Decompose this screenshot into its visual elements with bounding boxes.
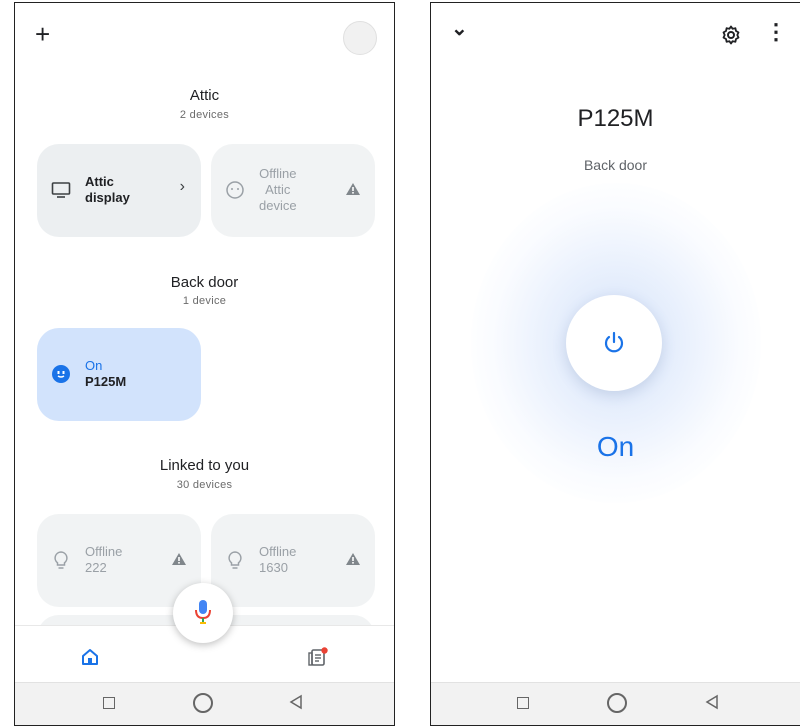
warning-icon	[346, 553, 360, 565]
device-room: Back door	[583, 157, 648, 173]
device-status: Offline	[259, 166, 297, 181]
device-name-line: device	[259, 198, 297, 213]
bulb-icon	[228, 551, 242, 569]
device-card-222[interactable]: Offline 222	[37, 514, 201, 607]
device-name-line: Attic	[85, 174, 114, 189]
device-card-1630[interactable]: Offline 1630	[211, 514, 375, 607]
device-name-line: display	[85, 190, 130, 205]
device-title: P125M	[577, 105, 654, 132]
home-icon[interactable]	[81, 648, 99, 666]
avatar[interactable]	[343, 21, 377, 55]
room-subtitle-back-door: 1 device	[182, 295, 227, 307]
mic-icon	[195, 600, 211, 624]
speaker-icon	[226, 181, 244, 199]
device-name-line: Attic	[265, 182, 291, 197]
home-screen: + Attic 2 devices Attic display › Offlin…	[14, 2, 395, 726]
device-card-attic-display[interactable]: Attic display ›	[37, 144, 201, 237]
power-button[interactable]	[566, 295, 662, 391]
assistant-mic-button[interactable]	[173, 583, 233, 643]
device-status: Offline	[259, 544, 297, 559]
room-title-linked: Linked to you	[159, 457, 250, 474]
home-circle-icon[interactable]	[607, 693, 627, 713]
plug-icon	[52, 365, 70, 383]
more-options-icon[interactable]: ⋮	[765, 21, 787, 43]
system-nav-bar	[15, 682, 394, 725]
room-subtitle-linked: 30 devices	[176, 479, 233, 491]
device-name-line: P125M	[85, 374, 127, 389]
tv-icon	[51, 182, 71, 198]
back-icon[interactable]	[289, 694, 303, 710]
settings-gear-icon[interactable]	[721, 25, 741, 45]
add-icon[interactable]: +	[35, 21, 50, 47]
device-status: On	[85, 358, 103, 373]
power-state-label: On	[596, 431, 635, 462]
back-icon[interactable]	[705, 694, 719, 710]
chevron-right-icon: ›	[179, 178, 185, 195]
device-name-line: 222	[85, 560, 107, 575]
device-card-p125m[interactable]: On P125M	[37, 328, 201, 421]
device-detail-screen: ⌄ ⋮ P125M Back door On	[430, 2, 800, 726]
device-name-line: 1630	[259, 560, 288, 575]
activity-icon[interactable]	[307, 646, 329, 668]
device-status: Offline	[85, 544, 123, 559]
warning-icon	[172, 553, 186, 565]
room-title-attic: Attic	[189, 87, 220, 104]
bulb-icon	[54, 551, 68, 569]
system-nav-bar	[431, 682, 800, 725]
device-card-attic-device[interactable]: Offline Attic device	[211, 144, 375, 237]
collapse-chevron-icon[interactable]: ⌄	[451, 19, 468, 39]
power-icon	[604, 331, 624, 353]
warning-icon	[346, 183, 360, 195]
home-circle-icon[interactable]	[193, 693, 213, 713]
recents-icon[interactable]	[517, 697, 529, 709]
recents-icon[interactable]	[103, 697, 115, 709]
room-subtitle-attic: 2 devices	[179, 109, 230, 121]
room-title-back-door: Back door	[170, 274, 239, 291]
